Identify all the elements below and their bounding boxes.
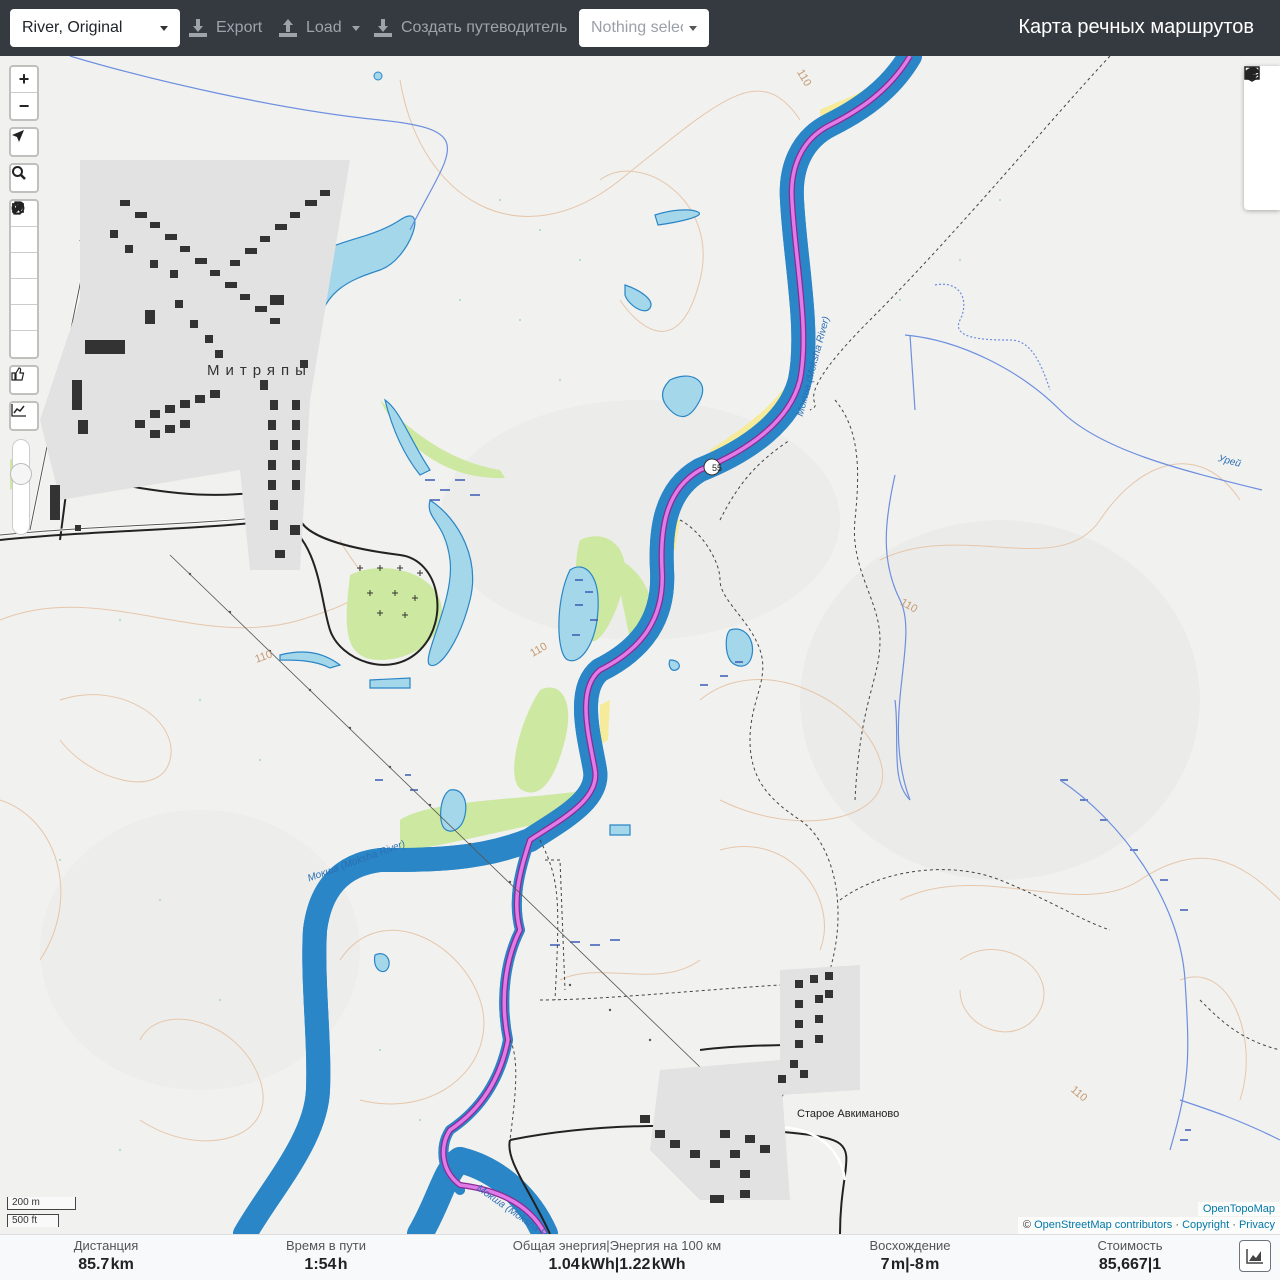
export-button[interactable]: Export (188, 9, 262, 47)
trash-icon (12, 201, 22, 215)
feedback-control (9, 365, 39, 395)
opacity-slider[interactable] (12, 439, 30, 535)
locate-icon (12, 130, 24, 142)
shuffle-button[interactable] (11, 203, 37, 253)
stat-cost-factor: 1 (1152, 1256, 1162, 1273)
search-button[interactable] (11, 165, 37, 191)
locate-button[interactable] (11, 129, 37, 155)
stat-energy-label: Общая энергия|Энергия на 100 км (512, 1238, 722, 1253)
export-label: Export (216, 19, 263, 36)
stat-cost: Стоимость 85,667|1 (1070, 1235, 1190, 1274)
zoom-out-icon: − (18, 95, 30, 116)
stat-ascent-down: -8 (909, 1256, 924, 1273)
zoom-in-button[interactable]: + (11, 67, 37, 93)
scale-metric: 200 m (7, 1197, 76, 1210)
chevron-down-icon (160, 26, 168, 31)
stat-time: Время в пути 1:54 h (266, 1235, 386, 1274)
create-guide-button[interactable]: Создать путеводитель (373, 9, 567, 47)
selection-select[interactable]: Nothing selected (579, 9, 709, 47)
pie-chart-icon (1245, 67, 1259, 80)
elevation-control (9, 401, 39, 431)
chevron-down-icon (351, 25, 360, 31)
attribution-separator: · (1232, 1219, 1236, 1231)
village-label: Митряпы (207, 362, 312, 379)
stat-energy: Общая энергия|Энергия на 100 км 1.04 kWh… (497, 1235, 737, 1274)
stat-energy-per-100: 1.22 (619, 1256, 651, 1273)
zoom-in-icon: + (18, 69, 30, 89)
zoom-out-button[interactable]: − (11, 93, 37, 119)
circle-button[interactable] (11, 201, 37, 305)
stat-cost-value: 85,667 (1098, 1256, 1148, 1273)
load-button[interactable]: Load (278, 9, 360, 47)
scale-imperial: 500 ft (7, 1214, 59, 1227)
stat-ascent: Восхождение 7 m|-8 m (850, 1235, 970, 1274)
stat-distance-unit: km (110, 1256, 134, 1273)
area-chart-icon (1246, 1249, 1263, 1264)
opacity-slider-handle[interactable] (10, 463, 32, 485)
stat-distance: Дистанция 85.7 km (46, 1235, 166, 1274)
chevron-down-icon (689, 26, 697, 31)
stat-time-value: 1:54 (304, 1256, 337, 1273)
right-toolbar (1244, 66, 1280, 210)
stat-cost-label: Стоимость (1097, 1238, 1163, 1253)
stat-time-unit: h (337, 1256, 348, 1273)
map-canvas[interactable]: 55 110 110 110 110 110 Митряпы Старое Ав… (0, 56, 1280, 1234)
settlement-label: Старое Авкиманово (797, 1108, 900, 1120)
upload-icon (278, 18, 298, 38)
load-label: Load (306, 19, 342, 36)
stat-distance-value: 85.7 (78, 1256, 110, 1273)
create-guide-label: Создать путеводитель (401, 19, 568, 36)
top-navbar: River, Original Export Load Создать путе… (0, 0, 1280, 56)
attribution: © OpenStreetMap contributors · Copyright… (1017, 1217, 1280, 1234)
download-icon (373, 18, 393, 38)
privacy-link[interactable]: Privacy (1239, 1219, 1275, 1231)
search-icon (12, 166, 26, 180)
settings-button[interactable] (1244, 66, 1280, 138)
no-go-area-button[interactable] (11, 201, 37, 279)
stat-time-label: Время в пути (286, 1238, 366, 1253)
search-control (9, 163, 39, 193)
draw-toolbar (9, 199, 39, 359)
route-stats-bar: Дистанция 85.7 km Время в пути 1:54 h Об… (0, 1234, 1280, 1280)
road-ref-label: 55 (712, 463, 723, 473)
stat-energy-unit: kWh (580, 1256, 615, 1273)
stat-energy-unit: kWh (651, 1256, 686, 1273)
profile-select[interactable]: River, Original (10, 9, 180, 47)
stat-ascent-unit: m (925, 1256, 940, 1273)
osm-link[interactable]: OpenStreetMap contributors (1034, 1219, 1172, 1231)
stat-ascent-up: 7 (880, 1256, 890, 1273)
stat-energy-total: 1.04 (548, 1256, 580, 1273)
app-title: Карта речных маршрутов (1018, 16, 1254, 38)
elevation-button[interactable] (11, 403, 37, 429)
copyright-link[interactable]: Copyright (1182, 1219, 1229, 1231)
table-button[interactable] (1244, 66, 1280, 174)
elevation-icon (11, 404, 26, 417)
selection-placeholder: Nothing selected (591, 19, 683, 36)
tiles-attribution[interactable]: OpenTopoMap (1197, 1202, 1280, 1216)
thumb-icon (11, 367, 25, 381)
poi-button[interactable] (11, 201, 37, 331)
zoom-control: + − (9, 65, 39, 121)
stat-distance-label: Дистанция (73, 1238, 139, 1253)
locate-control (9, 127, 39, 157)
analysis-button[interactable] (1244, 67, 1280, 210)
download-icon (188, 18, 208, 38)
feedback-button[interactable] (11, 367, 37, 393)
attribution-prefix: © (1022, 1219, 1032, 1231)
profile-select-value: River, Original (22, 19, 123, 36)
attribution-separator: · (1175, 1219, 1179, 1231)
stat-ascent-label: Восхождение (869, 1238, 951, 1253)
delete-button[interactable] (11, 201, 37, 357)
map-tiles (0, 56, 1280, 1234)
tiles-attribution-link[interactable]: OpenTopoMap (1203, 1203, 1275, 1215)
elevation-chart-button[interactable] (1239, 1240, 1271, 1272)
stat-ascent-unit: m (890, 1256, 906, 1273)
